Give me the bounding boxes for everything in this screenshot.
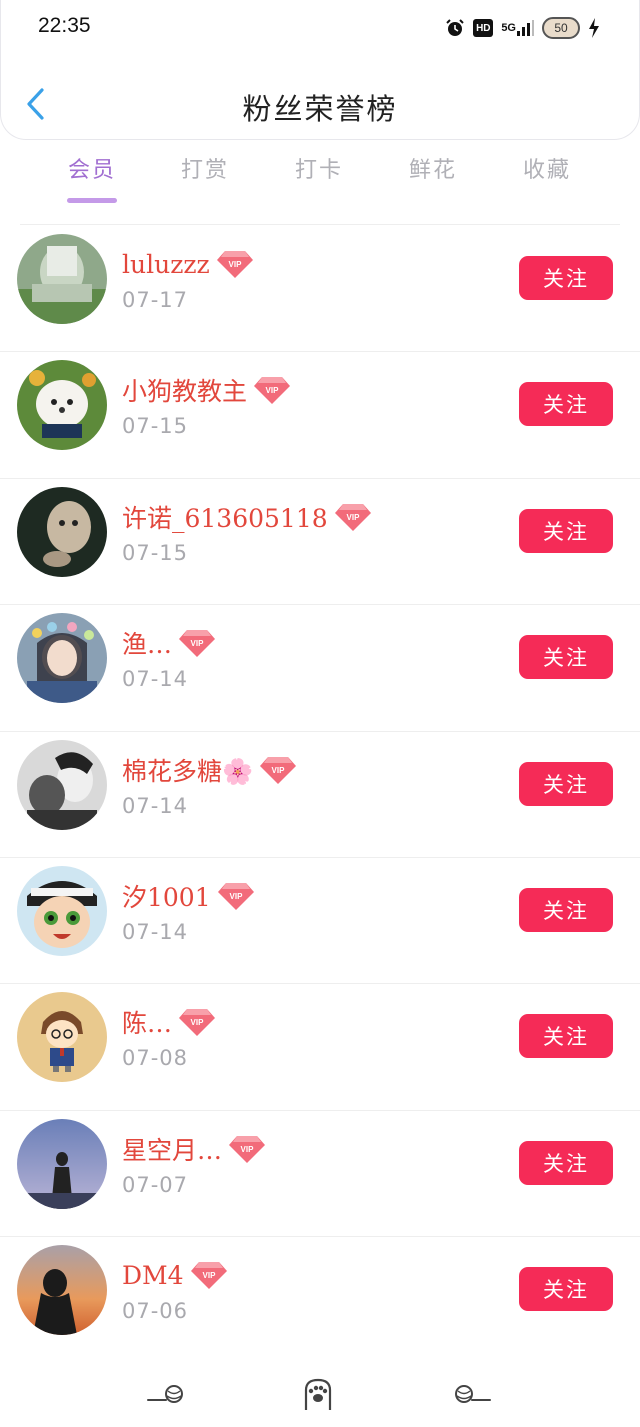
list-item[interactable]: 星空月… VIP 07-07 关注: [0, 1111, 640, 1238]
list-item[interactable]: 渔… VIP 07-14 关注: [0, 605, 640, 732]
fan-date: 07-17: [122, 288, 189, 312]
fan-date: 07-08: [122, 1046, 189, 1071]
battery-icon: 50: [542, 17, 580, 39]
list-item[interactable]: DM4 VIP 07-06 关注: [0, 1237, 640, 1363]
tab-members[interactable]: 会员: [42, 152, 142, 184]
fan-date: 07-14: [122, 793, 189, 818]
fan-date: 07-14: [122, 919, 189, 944]
vip-badge-icon: VIP: [254, 377, 291, 405]
status-time: 22:35: [38, 14, 91, 37]
fan-name[interactable]: 棉花多糖🌸: [122, 752, 253, 788]
svg-text:VIP: VIP: [228, 260, 242, 269]
list-item[interactable]: 许诺_613605118 VIP 07-15 关注: [0, 479, 640, 606]
list-item[interactable]: 汐1001 VIP 07-14 关注: [0, 858, 640, 985]
follow-button[interactable]: 关注: [519, 635, 613, 680]
follow-button[interactable]: 关注: [519, 1014, 613, 1059]
svg-text:VIP: VIP: [272, 766, 286, 775]
fan-name[interactable]: 汐1001: [122, 878, 211, 914]
list-item[interactable]: 棉花多糖🌸 VIP 07-14 关注: [0, 732, 640, 858]
follow-button[interactable]: 关注: [519, 256, 613, 300]
tab-tips[interactable]: 打赏: [155, 152, 255, 184]
tab-checkin[interactable]: 打卡: [269, 152, 369, 184]
vip-badge-icon: VIP: [334, 503, 371, 531]
follow-button[interactable]: 关注: [519, 1140, 613, 1185]
fan-name[interactable]: 许诺_613605118: [122, 499, 328, 535]
avatar[interactable]: [17, 234, 107, 324]
vip-badge-icon: VIP: [179, 1009, 216, 1037]
fan-date: 07-07: [122, 1172, 189, 1197]
avatar[interactable]: [17, 739, 107, 830]
svg-text:VIP: VIP: [229, 892, 243, 901]
vip-badge-icon: VIP: [190, 1262, 227, 1290]
follow-button[interactable]: 关注: [519, 508, 613, 553]
name-line: luluzzz VIP: [122, 246, 254, 282]
network-label: 5G: [501, 22, 516, 34]
vip-badge-icon: VIP: [229, 1135, 266, 1163]
fan-date: 07-15: [122, 414, 189, 439]
name-line: 许诺_613605118 VIP: [122, 499, 372, 535]
avatar[interactable]: [17, 865, 107, 956]
fan-list: luluzzz VIP 07-17 关注 小狗教教主 VIP 07-15 关注 …: [0, 226, 640, 1364]
page-title: 粉丝荣誉榜: [242, 92, 398, 126]
fan-name[interactable]: 渔…: [122, 625, 172, 661]
yarn-ball-right-icon[interactable]: [450, 1372, 494, 1416]
name-line: DM4 VIP: [122, 1257, 228, 1293]
hd-icon: HD: [473, 19, 494, 37]
svg-text:VIP: VIP: [346, 513, 360, 522]
yarn-ball-left-icon[interactable]: [144, 1372, 188, 1416]
name-line: 小狗教教主 VIP: [122, 372, 291, 408]
charging-icon: [588, 18, 600, 38]
svg-text:VIP: VIP: [266, 386, 280, 395]
name-line: 陈… VIP: [122, 1004, 216, 1040]
name-line: 汐1001 VIP: [122, 878, 255, 914]
active-tab-indicator: [67, 198, 117, 203]
name-line: 渔… VIP: [122, 625, 216, 661]
fan-date: 07-06: [122, 1299, 189, 1324]
fan-name[interactable]: 陈…: [122, 1004, 172, 1040]
vip-badge-icon: VIP: [216, 251, 253, 278]
tab-flowers[interactable]: 鲜花: [383, 152, 483, 184]
status-bar: 22:35 HD 5G 50: [0, 0, 640, 56]
tab-bar: 会员 打赏 打卡 鲜花 收藏: [0, 152, 640, 208]
fan-name[interactable]: 星空月…: [122, 1131, 222, 1167]
fan-name[interactable]: luluzzz: [122, 250, 210, 279]
follow-button[interactable]: 关注: [519, 887, 613, 932]
bottom-nav: [0, 1364, 640, 1427]
name-line: 棉花多糖🌸 VIP: [122, 752, 297, 788]
svg-text:VIP: VIP: [191, 1018, 205, 1027]
status-icons: HD 5G 50: [445, 14, 600, 42]
name-line: 星空月… VIP: [122, 1131, 266, 1167]
list-item[interactable]: luluzzz VIP 07-17 关注: [0, 226, 640, 353]
avatar[interactable]: [17, 486, 107, 577]
follow-button[interactable]: 关注: [519, 1267, 613, 1312]
svg-text:VIP: VIP: [202, 1271, 216, 1280]
vip-badge-icon: VIP: [260, 756, 297, 784]
svg-text:VIP: VIP: [191, 639, 205, 648]
follow-button[interactable]: 关注: [519, 382, 613, 427]
cat-paw-icon[interactable]: [296, 1372, 340, 1416]
list-item[interactable]: 陈… VIP 07-08 关注: [0, 984, 640, 1111]
list-item[interactable]: 小狗教教主 VIP 07-15 关注: [0, 352, 640, 479]
vip-badge-icon: VIP: [217, 882, 254, 910]
fan-name[interactable]: DM4: [122, 1261, 184, 1290]
follow-button[interactable]: 关注: [519, 761, 613, 806]
fan-date: 07-14: [122, 667, 189, 692]
avatar[interactable]: [17, 1245, 107, 1336]
alarm-icon: [445, 18, 465, 38]
avatar[interactable]: [17, 992, 107, 1083]
tab-favorites[interactable]: 收藏: [497, 152, 597, 184]
vip-badge-icon: VIP: [179, 630, 216, 658]
fan-name[interactable]: 小狗教教主: [122, 372, 247, 408]
tabs-divider: [20, 224, 620, 225]
svg-text:VIP: VIP: [241, 1145, 255, 1154]
avatar[interactable]: [17, 1118, 107, 1209]
fan-date: 07-15: [122, 540, 189, 565]
signal-5g-icon: 5G: [501, 19, 534, 37]
avatar[interactable]: [17, 613, 107, 704]
avatar[interactable]: [17, 360, 107, 451]
